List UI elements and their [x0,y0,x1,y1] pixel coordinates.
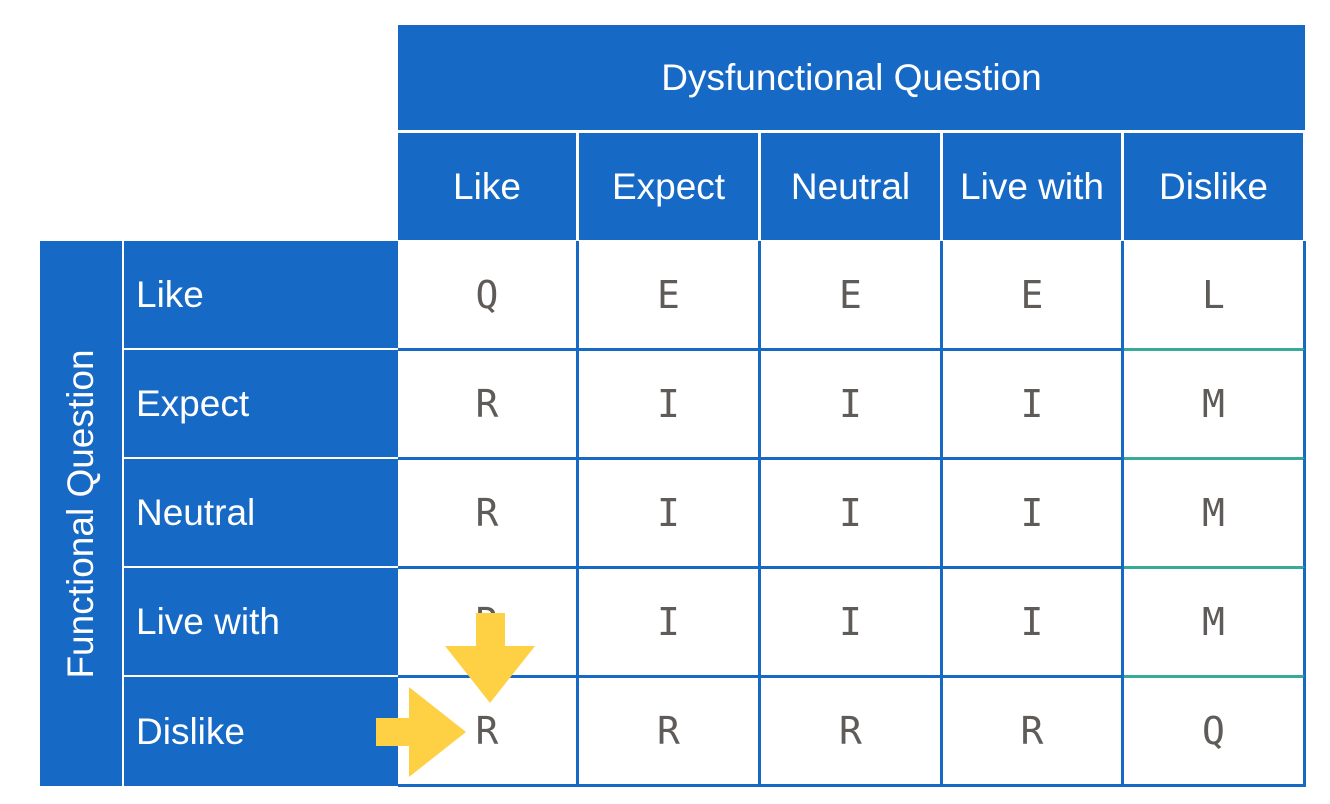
arrows-overlay [376,613,535,777]
arrow-down-icon [445,613,535,703]
arrow-right-icon [376,687,466,777]
